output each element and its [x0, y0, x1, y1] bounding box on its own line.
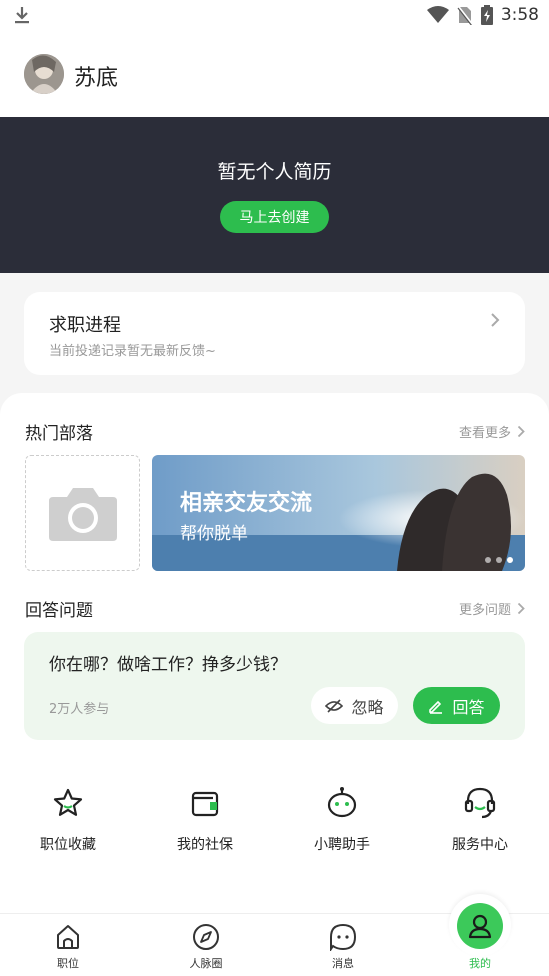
question-card[interactable]: 你在哪？做啥工作？挣多少钱？ 2万人参与 忽略 回答	[24, 632, 525, 740]
wallet-icon	[191, 791, 219, 817]
questions-more-label: 更多问题	[458, 603, 511, 618]
no-sim-icon	[457, 5, 473, 25]
avatar[interactable]	[24, 54, 64, 94]
compass-icon	[193, 924, 219, 950]
questions-title: 回答问题	[25, 601, 93, 621]
job-progress-title: 求职进程	[49, 315, 121, 336]
chevron-right-icon	[517, 425, 525, 438]
star-icon	[53, 788, 83, 816]
shortcut-label: 服务中心	[452, 837, 508, 853]
shortcut-service-center[interactable]: 服务中心	[425, 786, 535, 854]
create-resume-button[interactable]: 马上去创建	[220, 201, 329, 233]
tribes-more-link[interactable]: 查看更多	[459, 422, 525, 441]
tribes-more-label: 查看更多	[458, 426, 511, 441]
answer-button[interactable]: 回答	[413, 687, 500, 724]
carousel-dot-active	[507, 557, 513, 563]
eye-off-icon	[325, 698, 344, 713]
download-icon	[15, 7, 29, 24]
ignore-button[interactable]: 忽略	[311, 687, 398, 724]
headset-icon	[464, 787, 496, 819]
chevron-right-icon	[517, 602, 525, 615]
tab-label: 人脉圈	[189, 957, 223, 970]
shortcut-social-security[interactable]: 我的社保	[150, 786, 260, 854]
tab-label: 职位	[57, 957, 79, 970]
tab-messages[interactable]: 消息	[303, 922, 383, 971]
tab-label: 我的	[469, 957, 491, 970]
questions-more-link[interactable]: 更多问题	[459, 599, 525, 618]
bottom-tab-bar: 职位 人脉圈 消息 我的	[0, 894, 549, 976]
clock: 3:58	[500, 5, 539, 25]
add-photo-button[interactable]	[25, 455, 140, 571]
battery-icon	[480, 5, 493, 25]
profile-header[interactable]: 苏底	[0, 32, 549, 117]
shortcut-assistant[interactable]: 小聘助手	[287, 786, 397, 854]
carousel-dots	[485, 557, 513, 563]
robot-icon	[327, 787, 357, 818]
pencil-icon	[429, 700, 443, 714]
banner-subtitle: 帮你脱单	[180, 524, 248, 544]
tab-label: 消息	[332, 957, 354, 970]
tribe-banner[interactable]: 相亲交友交流 帮你脱单	[152, 455, 525, 571]
status-bar: 3:58	[0, 0, 549, 32]
job-progress-card[interactable]: 求职进程 当前投递记录暂无最新反馈~	[24, 292, 525, 375]
job-progress-subtitle: 当前投递记录暂无最新反馈~	[49, 344, 216, 359]
tribes-title: 热门部落	[25, 424, 93, 444]
answer-label: 回答	[452, 697, 485, 717]
resume-title: 暂无个人简历	[217, 161, 332, 183]
tab-jobs[interactable]: 职位	[28, 922, 108, 971]
shortcut-job-favorites[interactable]: 职位收藏	[13, 786, 123, 854]
banner-title: 相亲交友交流	[180, 491, 313, 516]
shortcut-label: 小聘助手	[314, 837, 370, 853]
tab-mine-fab[interactable]	[449, 894, 511, 956]
chat-icon	[330, 923, 357, 951]
chevron-right-icon	[491, 313, 500, 327]
participant-count: 2万人参与	[49, 702, 110, 717]
shortcut-label: 我的社保	[177, 837, 233, 853]
wifi-icon	[426, 6, 449, 23]
main-card: 热门部落 查看更多 相亲交友交流 帮你脱单 回答问题 更多问题 你在哪？做啥工作…	[0, 393, 549, 913]
user-icon	[468, 914, 492, 939]
resume-banner: 暂无个人简历 马上去创建	[0, 117, 549, 273]
ignore-label: 忽略	[351, 697, 384, 717]
shortcut-label: 职位收藏	[40, 837, 96, 853]
tab-network[interactable]: 人脉圈	[166, 922, 246, 971]
username: 苏底	[74, 66, 119, 91]
question-text: 你在哪？做啥工作？挣多少钱？	[49, 655, 287, 675]
home-icon	[57, 925, 79, 949]
carousel-dot	[496, 557, 502, 563]
camera-icon	[48, 488, 117, 541]
carousel-dot	[485, 557, 491, 563]
